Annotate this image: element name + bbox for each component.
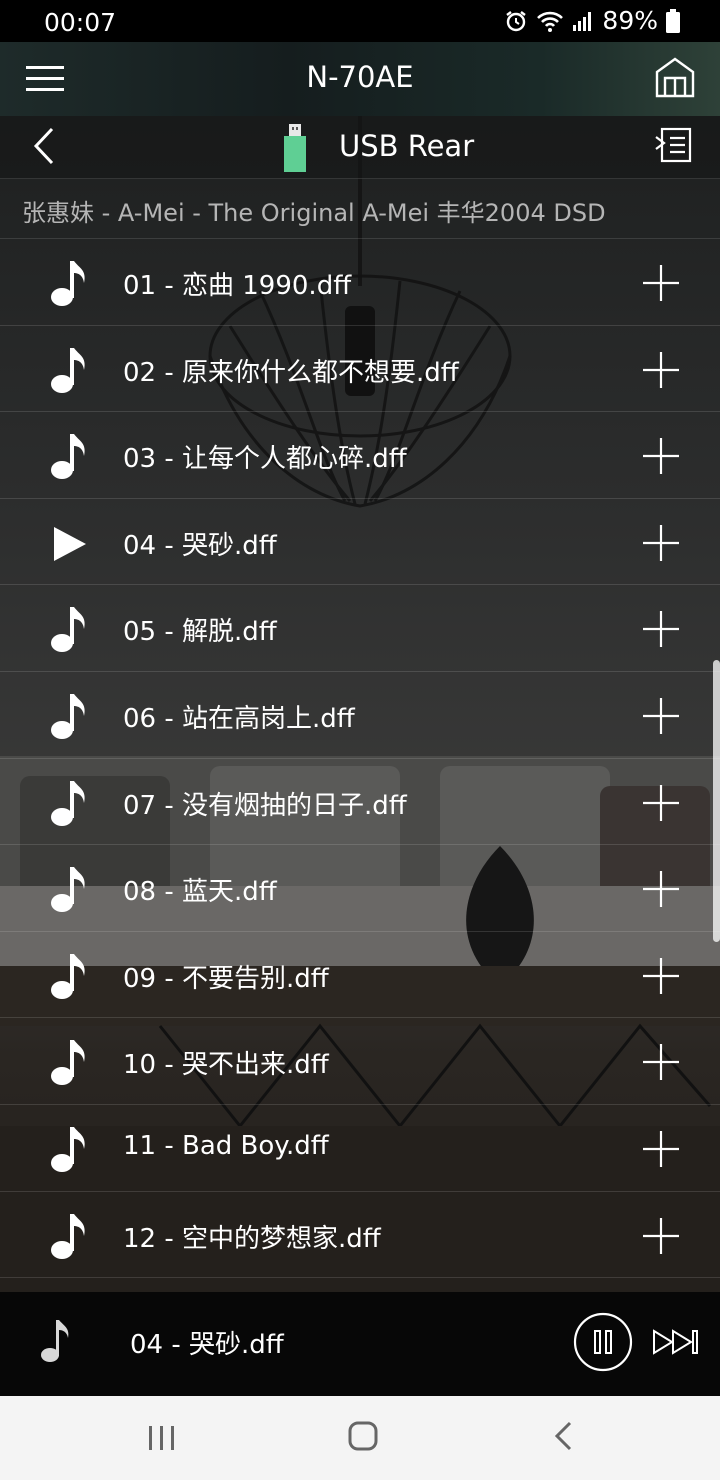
track-row[interactable]: 03 - 让每个人都心碎.dff: [0, 412, 720, 499]
track-row[interactable]: 02 - 原来你什么都不想要.dff: [0, 326, 720, 413]
track-title: 09 - 不要告别.dff: [123, 963, 329, 994]
track-row[interactable]: 01 - 恋曲 1990.dff: [0, 239, 720, 326]
add-to-playlist-icon[interactable]: [642, 697, 680, 735]
track-list: 01 - 恋曲 1990.dff 02 - 原来你什么都不想要.dff 03 - 让…: [0, 239, 720, 1279]
usb-stick-icon: [284, 124, 306, 172]
device-title: N-70AE: [306, 60, 414, 94]
track-row[interactable]: 08 - 蓝天.dff: [0, 845, 720, 932]
now-playing-title: 04 - 哭砂.dff: [130, 1330, 284, 1360]
recent-apps-icon[interactable]: [146, 1424, 178, 1452]
track-title: 02 - 原来你什么都不想要.dff: [123, 357, 459, 388]
music-note-icon: [51, 607, 85, 653]
music-note-icon: [41, 1320, 69, 1362]
track-title: 01 - 恋曲 1990.dff: [123, 271, 352, 301]
track-title: 06 - 站在高岗上.dff: [123, 703, 355, 734]
app-header: N-70AE: [0, 42, 720, 116]
back-nav-icon[interactable]: [552, 1420, 576, 1452]
status-bar: 00:07 89%: [0, 0, 720, 42]
music-note-icon: [51, 1126, 85, 1172]
now-playing-bar[interactable]: 04 - 哭砂.dff: [0, 1292, 720, 1396]
next-track-icon[interactable]: [652, 1328, 700, 1356]
battery-icon: [666, 8, 680, 33]
add-to-playlist-icon[interactable]: [642, 351, 680, 389]
track-title: 05 - 解脱.dff: [123, 617, 277, 648]
home-icon[interactable]: [654, 56, 696, 98]
track-row[interactable]: 06 - 站在高岗上.dff: [0, 672, 720, 759]
signal-icon: [573, 11, 592, 31]
album-title: 张惠妹 - A-Mei - The Original A-Mei 丰华2004 …: [22, 199, 606, 227]
track-title: 04 - 哭砂.dff: [123, 530, 277, 561]
track-row[interactable]: 04 - 哭砂.dff: [0, 499, 720, 586]
back-chevron-icon[interactable]: [30, 126, 58, 166]
track-row[interactable]: 12 - 空中的梦想家.dff: [0, 1192, 720, 1279]
music-note-icon: [51, 261, 85, 306]
source-label: USB Rear: [339, 129, 475, 163]
track-title: 11 - Bad Boy.dff: [123, 1130, 329, 1161]
system-nav-bar: [0, 1396, 720, 1480]
add-to-playlist-icon[interactable]: [642, 870, 680, 908]
add-to-playlist-icon[interactable]: [642, 524, 680, 562]
track-row[interactable]: 05 - 解脱.dff: [0, 585, 720, 672]
status-icons: 89%: [504, 6, 680, 35]
add-to-playlist-icon[interactable]: [642, 784, 680, 822]
battery-percent: 89%: [602, 6, 658, 35]
track-title: 12 - 空中的梦想家.dff: [123, 1223, 381, 1254]
track-title: 08 - 蓝天.dff: [123, 877, 277, 908]
add-to-playlist-icon[interactable]: [642, 610, 680, 648]
music-note-icon: [51, 780, 85, 826]
alarm-icon: [506, 10, 527, 31]
wifi-icon: [537, 11, 564, 32]
track-row[interactable]: 10 - 哭不出来.dff: [0, 1018, 720, 1105]
music-note-icon: [51, 1213, 85, 1259]
track-title: 07 - 没有烟抽的日子.dff: [123, 790, 407, 821]
add-to-playlist-icon[interactable]: [642, 1130, 680, 1168]
music-note-icon: [51, 347, 85, 393]
add-to-playlist-icon[interactable]: [642, 1043, 680, 1081]
scrollbar[interactable]: [713, 660, 720, 942]
add-to-playlist-icon[interactable]: [642, 1217, 680, 1255]
home-nav-icon[interactable]: [347, 1420, 379, 1452]
source-bar: USB Rear: [0, 116, 720, 179]
music-note-icon: [51, 693, 85, 739]
play-icon: [54, 526, 86, 561]
add-to-playlist-icon[interactable]: [642, 264, 680, 302]
track-row[interactable]: 09 - 不要告别.dff: [0, 932, 720, 1019]
pause-icon[interactable]: [573, 1312, 633, 1372]
status-time: 00:07: [44, 8, 117, 37]
add-to-playlist-icon[interactable]: [642, 437, 680, 475]
add-to-playlist-icon[interactable]: [642, 957, 680, 995]
music-note-icon: [51, 1040, 85, 1086]
music-note-icon: [51, 953, 85, 999]
track-title: 10 - 哭不出来.dff: [123, 1050, 329, 1081]
track-title: 03 - 让每个人都心碎.dff: [123, 444, 407, 475]
track-row[interactable]: 11 - Bad Boy.dff: [0, 1105, 720, 1192]
album-header: 张惠妹 - A-Mei - The Original A-Mei 丰华2004 …: [0, 178, 720, 239]
music-note-icon: [51, 867, 85, 913]
track-row[interactable]: 07 - 没有烟抽的日子.dff: [0, 759, 720, 846]
music-note-icon: [51, 434, 85, 480]
playlist-queue-icon[interactable]: [654, 125, 692, 165]
